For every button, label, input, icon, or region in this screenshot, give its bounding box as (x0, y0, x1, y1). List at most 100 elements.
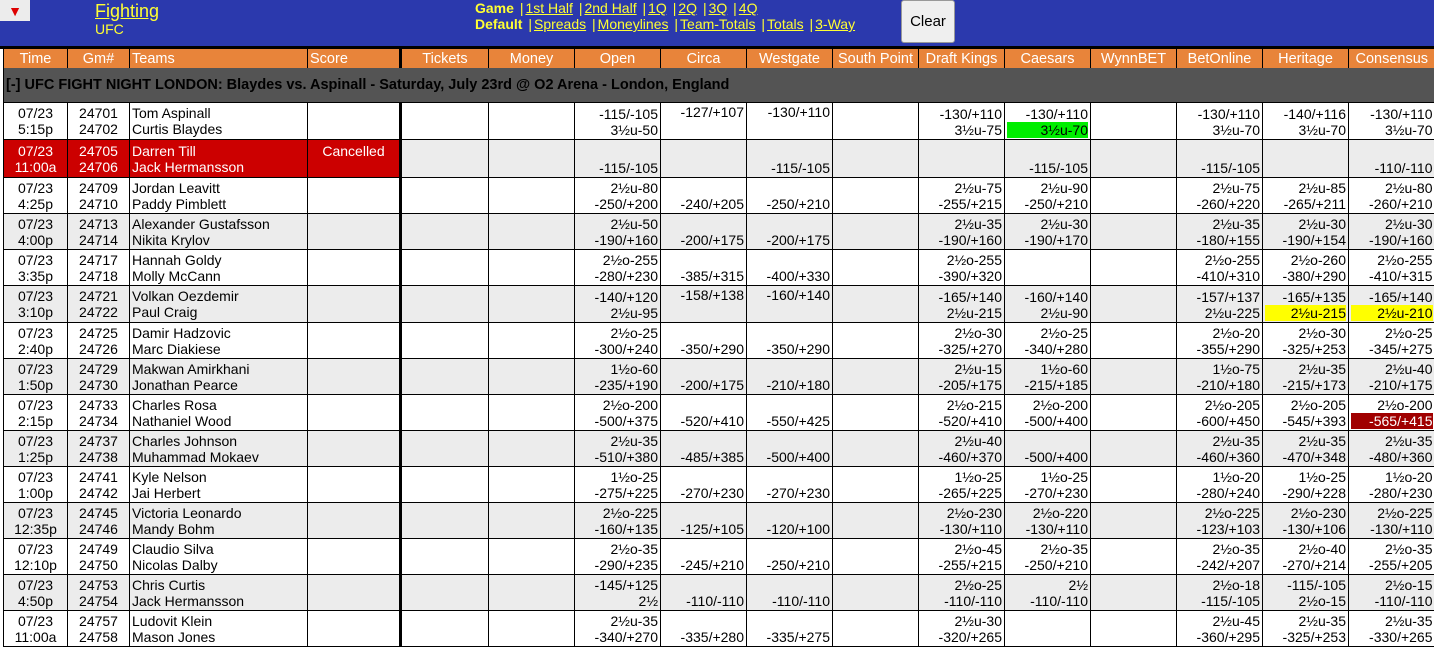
teams-cell[interactable]: Volkan OezdemirPaul Craig (130, 286, 308, 323)
odds-cell-caesars[interactable]: -500/+400 (1005, 431, 1091, 467)
odds-cell-open[interactable]: -115/-105 (575, 140, 661, 178)
odds-cell-draft-kings[interactable]: 1½o-25-265/+225 (919, 467, 1005, 503)
odds-cell-draft-kings[interactable]: 2½u-35-190/+160 (919, 214, 1005, 250)
odds-cell-caesars[interactable]: 2½-110/-110 (1005, 575, 1091, 611)
game-row[interactable]: 07/233:10p2472124722Volkan OezdemirPaul … (4, 286, 1434, 323)
teams-cell[interactable]: Charles JohnsonMuhammad Mokaev (130, 431, 308, 467)
odds-cell-wynnbet[interactable] (1091, 395, 1177, 431)
game-row[interactable]: 07/231:50p2472924730Makwan AmirkhaniJona… (4, 359, 1434, 395)
odds-cell-draft-kings[interactable]: 2½o-25-110/-110 (919, 575, 1005, 611)
odds-cell-draft-kings[interactable]: -165/+1402½u-215 (919, 286, 1005, 323)
odds-cell-draft-kings[interactable]: 2½o-30-325/+270 (919, 323, 1005, 359)
odds-cell-wynnbet[interactable] (1091, 178, 1177, 214)
odds-cell-caesars[interactable]: -130/+1103½u-70 (1005, 103, 1091, 140)
odds-cell-consensus[interactable]: 2½o-15-110/-110 (1349, 575, 1434, 611)
odds-cell-circa[interactable]: -350/+290 (661, 323, 747, 359)
odds-cell-betonline[interactable]: 2½o-20-355/+290 (1177, 323, 1263, 359)
odds-cell-draft-kings[interactable]: 2½o-215-520/+410 (919, 395, 1005, 431)
odds-cell-consensus[interactable]: 2½u-35-480/+360 (1349, 431, 1434, 467)
odds-cell-open[interactable]: 2½o-200-500/+375 (575, 395, 661, 431)
col-time[interactable]: Time (4, 49, 68, 68)
odds-cell-consensus[interactable]: -110/-110 (1349, 140, 1434, 178)
odds-cell-westgate[interactable]: -500/+400 (747, 431, 833, 467)
odds-cell-westgate[interactable]: -130/+110 (747, 103, 833, 140)
odds-cell-circa[interactable]: -485/+385 (661, 431, 747, 467)
odds-cell-heritage[interactable]: -140/+1163½u-70 (1263, 103, 1349, 140)
market-link-3-way[interactable]: 3-Way (815, 16, 855, 32)
game-row[interactable]: 07/2311:00a2475724758Ludovit KleinMason … (4, 611, 1434, 647)
odds-cell-consensus[interactable]: 2½u-35-330/+265 (1349, 611, 1434, 647)
odds-cell-circa[interactable]: -110/-110 (661, 575, 747, 611)
odds-cell-open[interactable]: 1½o-60-235/+190 (575, 359, 661, 395)
odds-cell-heritage[interactable]: 2½o-30-325/+253 (1263, 323, 1349, 359)
odds-cell-south-point[interactable] (833, 323, 919, 359)
odds-cell-betonline[interactable]: 2½u-35-180/+155 (1177, 214, 1263, 250)
market-link-spreads[interactable]: Spreads (534, 16, 586, 32)
odds-cell-heritage[interactable]: -165/+1352½u-215 (1263, 286, 1349, 323)
odds-cell-westgate[interactable]: -110/-110 (747, 575, 833, 611)
period-link-1st-half[interactable]: 1st Half (525, 0, 572, 16)
odds-cell-consensus[interactable]: -165/+1402½u-210 (1349, 286, 1434, 323)
odds-cell-heritage[interactable]: -115/-1052½o-15 (1263, 575, 1349, 611)
odds-cell-wynnbet[interactable] (1091, 503, 1177, 539)
odds-cell-south-point[interactable] (833, 539, 919, 575)
odds-cell-caesars[interactable]: -115/-105 (1005, 140, 1091, 178)
game-row[interactable]: 07/234:25p2470924710Jordan LeavittPaddy … (4, 178, 1434, 214)
odds-cell-open[interactable]: 2½u-35-340/+270 (575, 611, 661, 647)
teams-cell[interactable]: Damir HadzovicMarc Diakiese (130, 323, 308, 359)
period-link-3q[interactable]: 3Q (709, 0, 728, 16)
game-row[interactable]: 07/2312:35p2474524746Victoria LeonardoMa… (4, 503, 1434, 539)
teams-cell[interactable]: Kyle NelsonJai Herbert (130, 467, 308, 503)
teams-cell[interactable]: Tom AspinallCurtis Blaydes (130, 103, 308, 140)
teams-cell[interactable]: Makwan AmirkhaniJonathan Pearce (130, 359, 308, 395)
col-tickets[interactable]: Tickets (401, 49, 489, 68)
odds-cell-circa[interactable]: -385/+315 (661, 250, 747, 286)
odds-cell-caesars[interactable] (1005, 250, 1091, 286)
odds-cell-south-point[interactable] (833, 214, 919, 250)
teams-cell[interactable]: Charles RosaNathaniel Wood (130, 395, 308, 431)
odds-cell-westgate[interactable]: -160/+140 (747, 286, 833, 323)
odds-cell-caesars[interactable] (1005, 611, 1091, 647)
game-row[interactable]: 07/232:40p2472524726Damir HadzovicMarc D… (4, 323, 1434, 359)
odds-cell-heritage[interactable]: 2½o-40-270/+214 (1263, 539, 1349, 575)
odds-cell-wynnbet[interactable] (1091, 286, 1177, 323)
odds-cell-wynnbet[interactable] (1091, 431, 1177, 467)
odds-cell-south-point[interactable] (833, 286, 919, 323)
odds-cell-consensus[interactable]: 2½o-35-255/+205 (1349, 539, 1434, 575)
odds-cell-consensus[interactable]: 2½u-80-260/+210 (1349, 178, 1434, 214)
col-caesars[interactable]: Caesars (1005, 49, 1091, 68)
odds-cell-wynnbet[interactable] (1091, 539, 1177, 575)
odds-cell-betonline[interactable]: 2½o-205-600/+450 (1177, 395, 1263, 431)
odds-cell-betonline[interactable]: 2½o-225-123/+103 (1177, 503, 1263, 539)
odds-cell-betonline[interactable]: 2½o-35-242/+207 (1177, 539, 1263, 575)
odds-cell-caesars[interactable]: 2½o-200-500/+400 (1005, 395, 1091, 431)
odds-cell-heritage[interactable]: 2½o-205-545/+393 (1263, 395, 1349, 431)
odds-cell-draft-kings[interactable]: 2½u-15-205/+175 (919, 359, 1005, 395)
event-title[interactable]: [-] UFC FIGHT NIGHT LONDON: Blaydes vs. … (4, 68, 1434, 103)
col-westgate[interactable]: Westgate (747, 49, 833, 68)
odds-cell-south-point[interactable] (833, 431, 919, 467)
game-row[interactable]: 07/235:15p2470124702Tom AspinallCurtis B… (4, 103, 1434, 140)
col-wynnbet[interactable]: WynnBET (1091, 49, 1177, 68)
odds-cell-open[interactable]: -140/+1202½u-95 (575, 286, 661, 323)
odds-cell-consensus[interactable]: 2½o-200-565/+415 (1349, 395, 1434, 431)
odds-cell-caesars[interactable]: 2½u-90-250/+210 (1005, 178, 1091, 214)
clear-button[interactable]: Clear (901, 0, 955, 43)
odds-cell-circa[interactable]: -158/+138 (661, 286, 747, 323)
teams-cell[interactable]: Chris CurtisJack Hermansson (130, 575, 308, 611)
odds-cell-draft-kings[interactable]: 2½o-255-390/+320 (919, 250, 1005, 286)
odds-cell-south-point[interactable] (833, 395, 919, 431)
teams-cell[interactable]: Alexander GustafssonNikita Krylov (130, 214, 308, 250)
odds-cell-caesars[interactable]: 1½o-60-215/+185 (1005, 359, 1091, 395)
odds-cell-draft-kings[interactable]: 2½u-75-255/+215 (919, 178, 1005, 214)
market-link-team-totals[interactable]: Team-Totals (680, 16, 755, 32)
odds-cell-south-point[interactable] (833, 467, 919, 503)
odds-cell-circa[interactable]: -270/+230 (661, 467, 747, 503)
period-link-2q[interactable]: 2Q (678, 0, 697, 16)
odds-cell-wynnbet[interactable] (1091, 140, 1177, 178)
odds-cell-wynnbet[interactable] (1091, 611, 1177, 647)
odds-cell-caesars[interactable]: -160/+1402½u-90 (1005, 286, 1091, 323)
col-south-point[interactable]: South Point (833, 49, 919, 68)
odds-cell-heritage[interactable]: 2½o-230-130/+106 (1263, 503, 1349, 539)
odds-cell-betonline[interactable]: 2½u-45-360/+295 (1177, 611, 1263, 647)
